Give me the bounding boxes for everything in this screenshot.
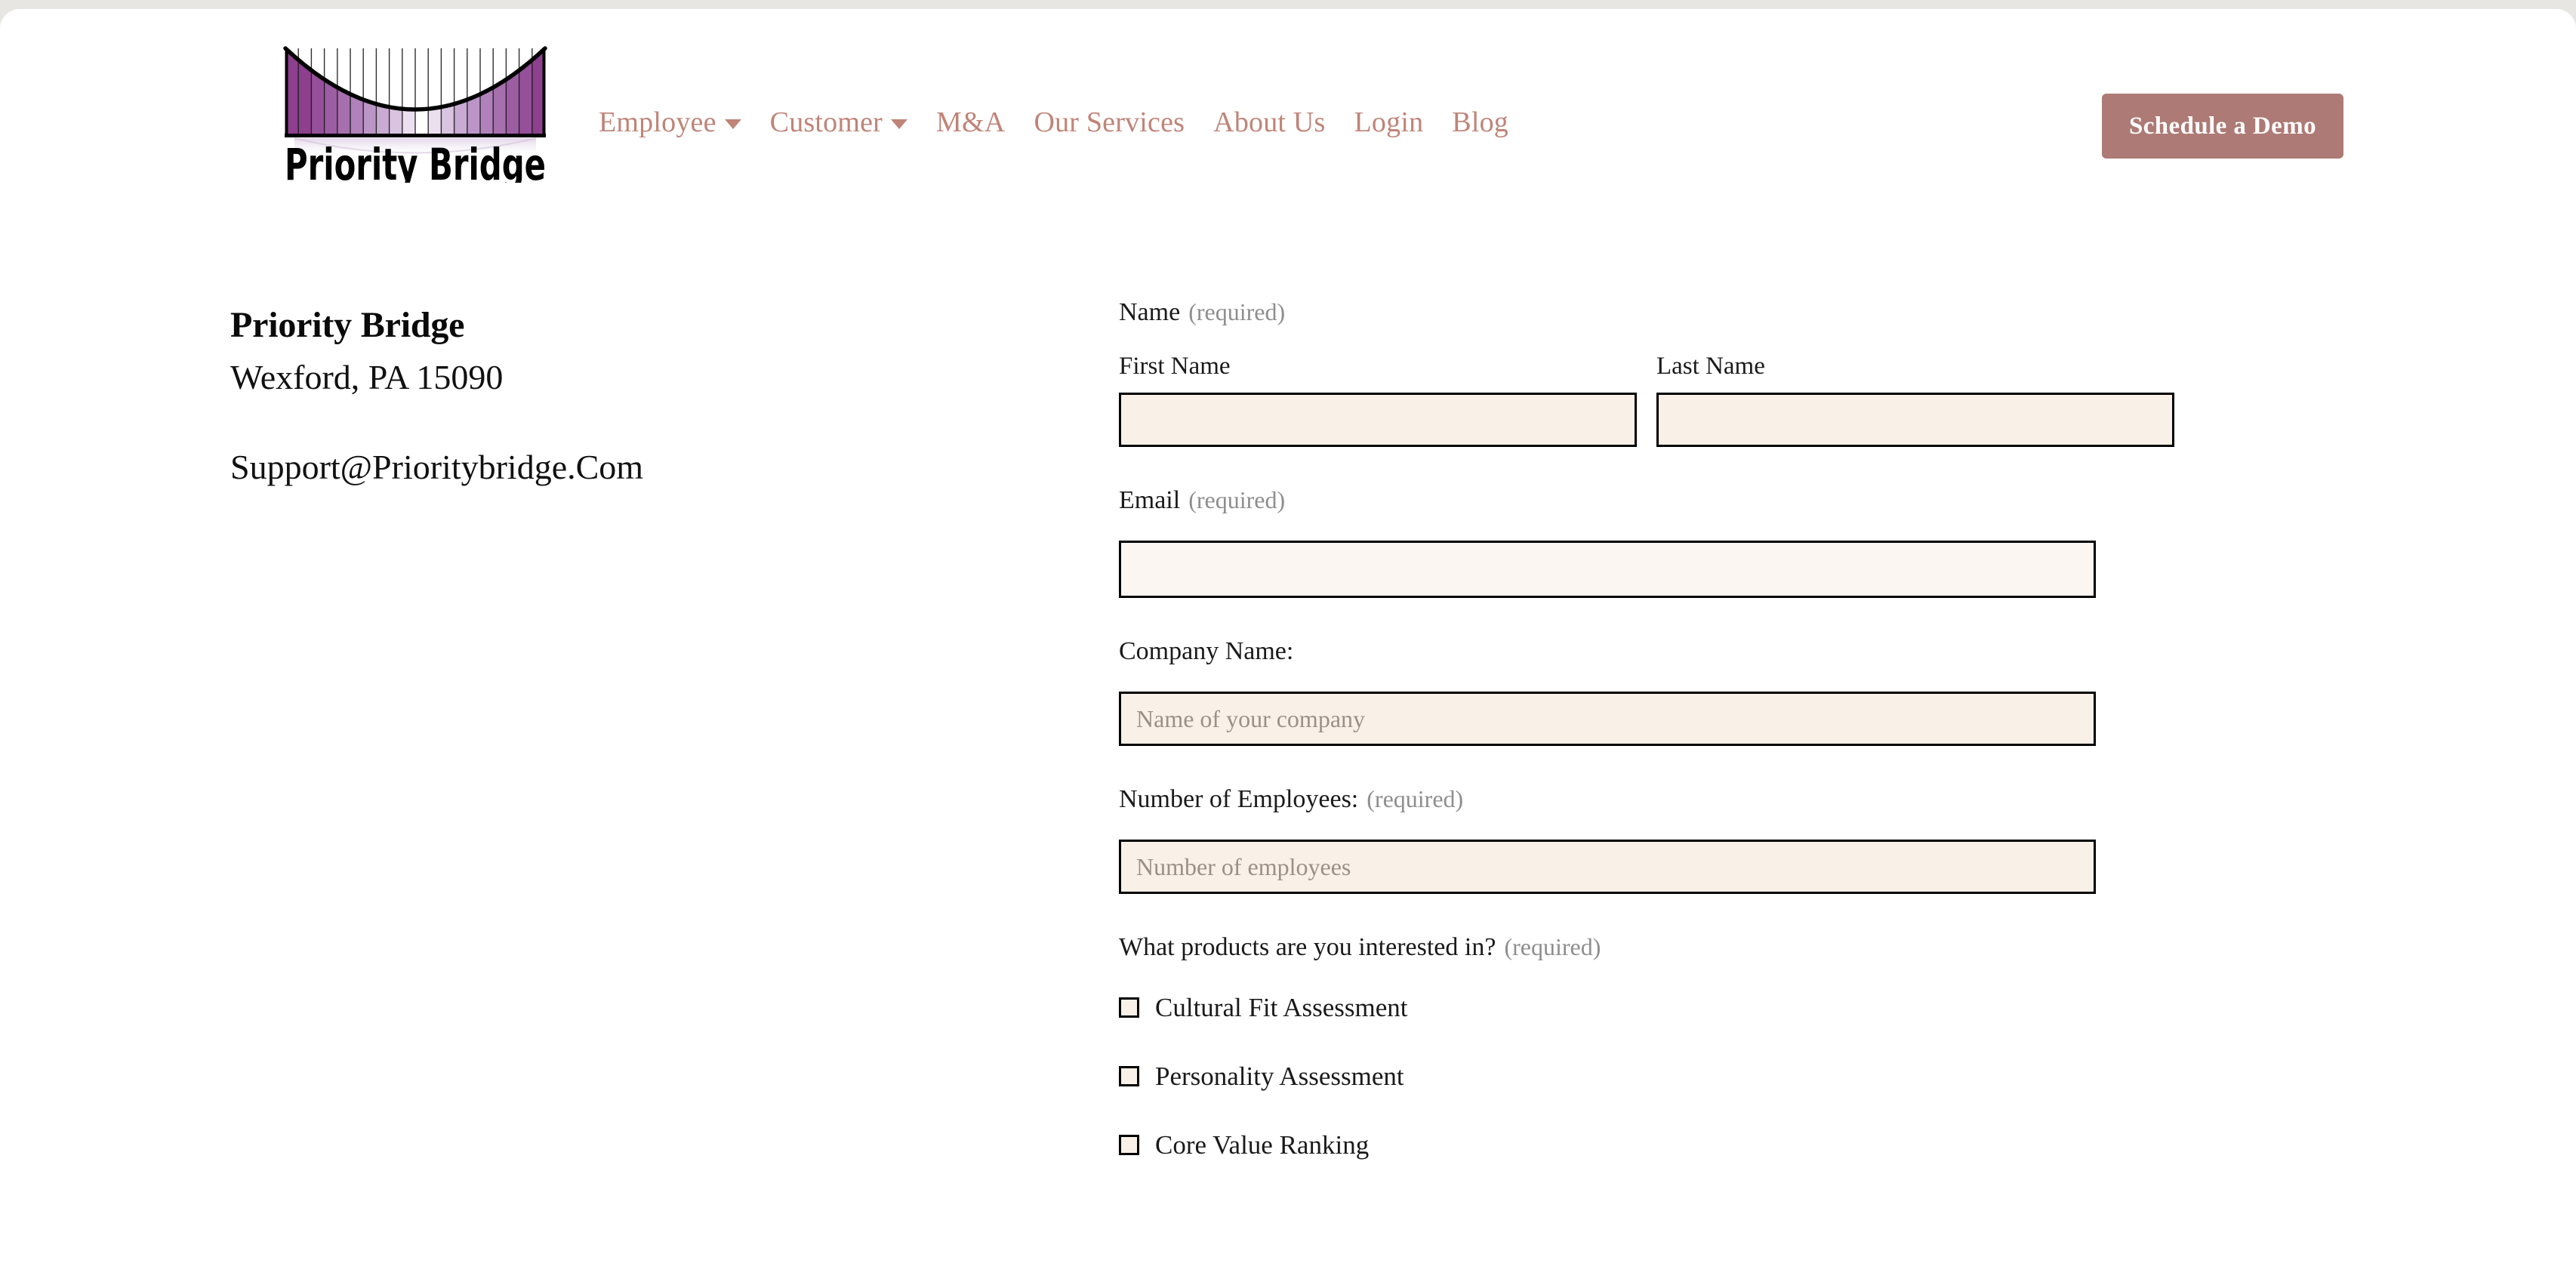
name-group-label: Name (required) bbox=[1119, 300, 2191, 325]
employees-input[interactable] bbox=[1119, 840, 2096, 894]
name-fields-row: First Name Last Name bbox=[1119, 354, 2191, 447]
email-required-indicator: (required) bbox=[1188, 486, 1286, 513]
field-group-email: Email (required) bbox=[1119, 488, 2191, 598]
email-group-label: Email (required) bbox=[1119, 488, 2191, 513]
checkbox-icon[interactable] bbox=[1119, 997, 1139, 1018]
email-input[interactable] bbox=[1119, 541, 2096, 598]
first-name-label: First Name bbox=[1119, 353, 1231, 380]
chevron-down-icon bbox=[724, 119, 741, 129]
nav-item-about-us[interactable]: About Us bbox=[1213, 108, 1325, 137]
first-name-cell: First Name bbox=[1119, 354, 1637, 447]
name-required-indicator: (required) bbox=[1188, 298, 1286, 325]
last-name-input[interactable] bbox=[1656, 393, 2174, 447]
products-label-text: What products are you interested in? bbox=[1119, 933, 1496, 961]
nav-item-employee[interactable]: Employee bbox=[599, 108, 741, 137]
products-group-label: What products are you interested in? (req… bbox=[1119, 935, 2191, 960]
field-group-products: What products are you interested in? (req… bbox=[1119, 935, 2191, 1158]
last-name-label: Last Name bbox=[1656, 353, 1765, 380]
nav-item-blog[interactable]: Blog bbox=[1452, 108, 1508, 137]
nav-label-login: Login bbox=[1354, 106, 1424, 138]
nav-label-about-us: About Us bbox=[1213, 106, 1326, 138]
checkbox-row-cultural-fit-assessment[interactable]: Cultural Fit Assessment bbox=[1119, 994, 2191, 1021]
nav-label-employee: Employee bbox=[599, 106, 716, 138]
checkbox-row-core-value-ranking[interactable]: Core Value Ranking bbox=[1119, 1132, 2191, 1158]
logo-wordmark: Priority Bridge bbox=[285, 139, 546, 183]
employees-label-text: Number of Employees: bbox=[1119, 785, 1359, 813]
nav-item-login[interactable]: Login bbox=[1354, 108, 1424, 137]
employees-required-indicator: (required) bbox=[1367, 785, 1464, 812]
page-content: Priority Bridge Employee Customer M&A Ou… bbox=[0, 9, 2576, 1285]
contact-address: Wexford, PA 15090 bbox=[230, 357, 504, 396]
nav-label-customer: Customer bbox=[769, 106, 883, 138]
employees-group-label: Number of Employees: (required) bbox=[1119, 787, 2191, 812]
contact-form: Name (required) First Name Last Name Ema… bbox=[1119, 300, 2191, 1158]
checkbox-icon[interactable] bbox=[1119, 1066, 1139, 1086]
nav-item-customer[interactable]: Customer bbox=[769, 106, 908, 138]
nav-label-blog: Blog bbox=[1452, 106, 1509, 138]
checkbox-row-personality-assessment[interactable]: Personality Assessment bbox=[1119, 1063, 2191, 1089]
name-label-text: Name bbox=[1119, 298, 1181, 326]
field-group-employees: Number of Employees: (required) bbox=[1119, 787, 2191, 894]
schedule-a-demo-button[interactable]: Schedule a Demo bbox=[2102, 94, 2343, 159]
site-header: Priority Bridge Employee Customer M&A Ou… bbox=[0, 9, 2576, 228]
contact-info-block: Priority Bridge Wexford, PA 15090 Suppor… bbox=[230, 304, 985, 489]
company-name-input[interactable] bbox=[1119, 692, 2096, 746]
nav-label-ma: M&A bbox=[936, 106, 1006, 138]
main-navigation: Employee Customer M&A Our Services About… bbox=[599, 108, 1508, 137]
email-label-text: Email bbox=[1119, 486, 1181, 514]
contact-email[interactable]: Support@Prioritybridge.Com bbox=[230, 445, 985, 489]
contact-company-name: Priority Bridge bbox=[230, 305, 465, 345]
field-group-name: Name (required) First Name Last Name bbox=[1119, 300, 2191, 447]
products-required-indicator: (required) bbox=[1504, 933, 1601, 960]
nav-label-our-services: Our Services bbox=[1034, 106, 1185, 138]
last-name-cell: Last Name bbox=[1656, 354, 2174, 447]
nav-item-ma[interactable]: M&A bbox=[936, 108, 1005, 137]
bridge-logo-icon[interactable]: Priority Bridge bbox=[275, 38, 556, 183]
checkbox-label-personality-assessment: Personality Assessment bbox=[1155, 1062, 1404, 1091]
checkbox-label-cultural-fit-assessment: Cultural Fit Assessment bbox=[1155, 993, 1408, 1022]
first-name-input[interactable] bbox=[1119, 393, 1637, 447]
checkbox-label-core-value-ranking: Core Value Ranking bbox=[1155, 1130, 1370, 1160]
nav-item-our-services[interactable]: Our Services bbox=[1034, 108, 1185, 137]
products-checkbox-list: Cultural Fit Assessment Personality Asse… bbox=[1119, 994, 2191, 1158]
checkbox-icon[interactable] bbox=[1119, 1135, 1139, 1155]
browser-window: Priority Bridge Employee Customer M&A Ou… bbox=[0, 9, 2576, 1285]
field-group-company-name: Company Name: bbox=[1119, 639, 2191, 746]
company-name-label: Company Name: bbox=[1119, 637, 1294, 665]
chevron-down-icon bbox=[891, 119, 908, 129]
